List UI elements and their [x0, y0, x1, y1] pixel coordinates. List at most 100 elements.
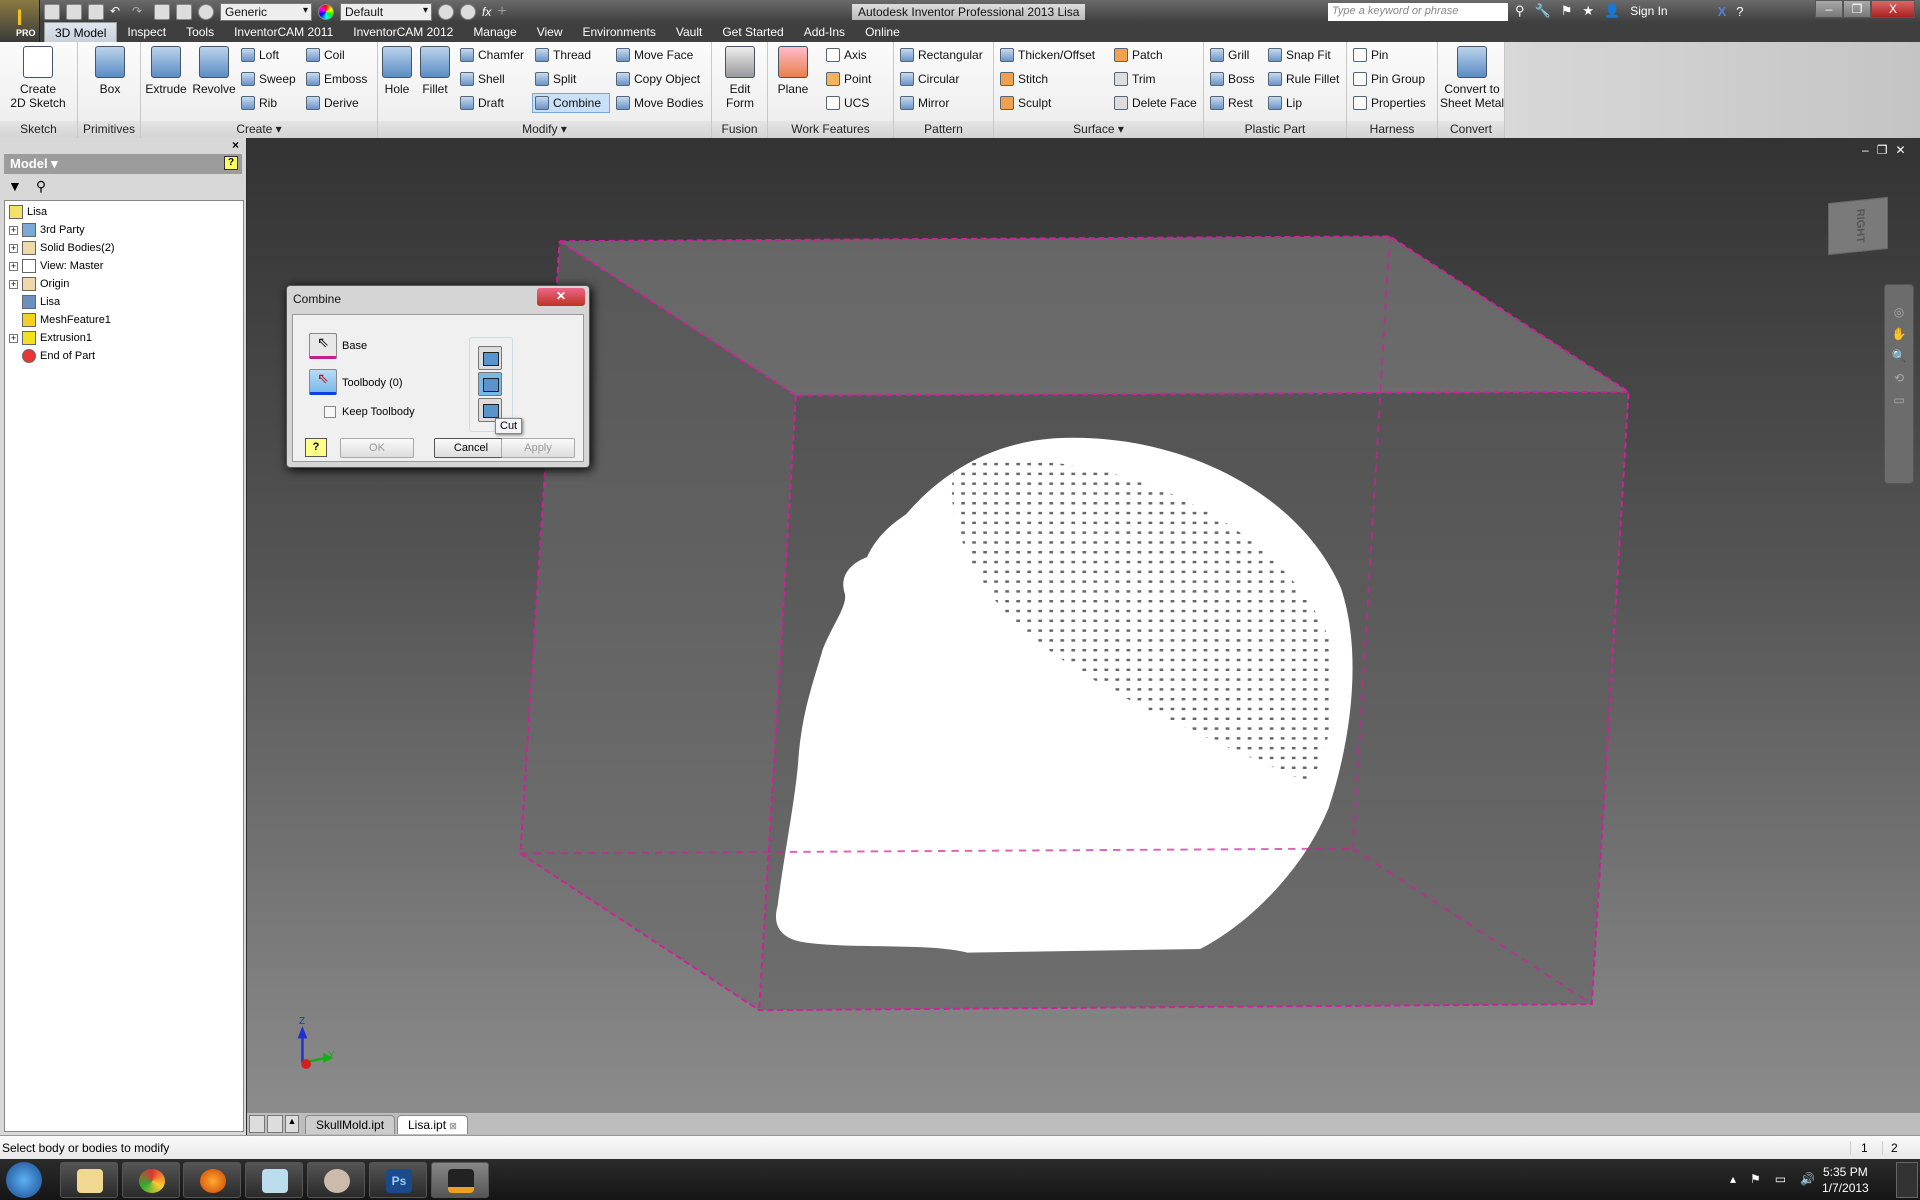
tree-node-meshfeature1[interactable]: MeshFeature1 — [22, 311, 111, 329]
appearance-dropdown[interactable]: Default — [340, 3, 432, 21]
restore-button[interactable]: ❐ — [1843, 0, 1871, 18]
look-at-icon[interactable]: ▭ — [1885, 393, 1913, 407]
tree-node-origin[interactable]: + Origin — [9, 275, 69, 293]
tab-manage[interactable]: Manage — [463, 22, 526, 42]
viewcube[interactable]: RIGHT — [1828, 196, 1888, 256]
show-desktop-button[interactable] — [1896, 1162, 1918, 1198]
exchange-icon[interactable]: X — [1718, 4, 1727, 19]
undo-icon[interactable]: ↶ — [110, 4, 126, 20]
mirror-button[interactable]: Mirror — [898, 93, 951, 113]
action-center-flag-icon[interactable]: ⚑ — [1750, 1172, 1761, 1186]
sweep-button[interactable]: Sweep — [239, 69, 298, 89]
browser-header[interactable]: Model ▾? — [4, 154, 242, 174]
tab-inventorcam-2011[interactable]: InventorCAM 2011 — [224, 22, 343, 42]
tile-icon[interactable] — [267, 1115, 283, 1133]
clear-appearance-icon[interactable] — [460, 4, 476, 20]
extrude-button[interactable]: Extrude — [145, 46, 187, 96]
move-bodies-button[interactable]: Move Bodies — [614, 93, 705, 113]
save-icon[interactable] — [88, 4, 104, 20]
orbit-icon[interactable]: ⟲ — [1885, 371, 1913, 385]
close-button[interactable]: X — [1871, 0, 1915, 18]
tab-inspect[interactable]: Inspect — [117, 22, 176, 42]
tab-get-started[interactable]: Get Started — [712, 22, 793, 42]
derive-button[interactable]: Derive — [304, 93, 361, 113]
find-binoculars-icon[interactable]: ⚲ — [36, 178, 46, 196]
steering-wheel-icon[interactable]: ◎ — [1885, 305, 1913, 319]
lip-button[interactable]: Lip — [1266, 93, 1304, 113]
join-button[interactable] — [478, 346, 502, 370]
tab-list-up-icon[interactable]: ▲ — [285, 1115, 299, 1133]
fillet-button[interactable]: Fillet — [418, 46, 452, 96]
grill-button[interactable]: Grill — [1208, 45, 1251, 65]
circular-pattern-button[interactable]: Circular — [898, 69, 961, 89]
help-search-input[interactable]: Type a keyword or phrase — [1328, 3, 1508, 21]
ucs-button[interactable]: UCS — [824, 93, 871, 113]
new-file-icon[interactable] — [44, 4, 60, 20]
trim-button[interactable]: Trim — [1112, 69, 1158, 89]
tab-vault[interactable]: Vault — [666, 22, 712, 42]
delete-face-button[interactable]: Delete Face — [1112, 93, 1199, 113]
taskbar-notepad[interactable] — [245, 1162, 303, 1198]
expand-icon[interactable]: + — [9, 333, 18, 343]
parameters-fx-icon[interactable]: fx — [482, 5, 491, 19]
pin-button[interactable]: Pin — [1351, 45, 1390, 65]
point-button[interactable]: Point — [824, 69, 873, 89]
doc-tab-skullmold[interactable]: SkullMold.ipt — [305, 1115, 396, 1134]
help-icon[interactable]: ? — [1736, 4, 1743, 19]
select-icon[interactable] — [176, 4, 192, 20]
panel-label[interactable]: Surface ▾ — [994, 121, 1203, 138]
create-2d-sketch-button[interactable]: Create 2D Sketch — [8, 46, 68, 110]
rule-fillet-button[interactable]: Rule Fillet — [1266, 69, 1341, 89]
expand-icon[interactable]: + — [9, 279, 18, 289]
snap-fit-button[interactable]: Snap Fit — [1266, 45, 1333, 65]
clock[interactable]: 5:35 PM 1/7/2013 — [1822, 1164, 1869, 1196]
panel-label[interactable]: Modify ▾ — [378, 121, 711, 138]
expand-icon[interactable]: + — [9, 261, 18, 271]
zoom-icon[interactable]: 🔍 — [1885, 349, 1913, 363]
tab-3d-model[interactable]: 3D Model — [44, 22, 118, 42]
star-icon[interactable]: ★ — [1582, 3, 1594, 19]
copy-object-button[interactable]: Copy Object — [614, 69, 702, 89]
cancel-button[interactable]: Cancel — [434, 438, 508, 458]
cascade-icon[interactable] — [249, 1115, 265, 1133]
binoculars-icon[interactable]: ⚲ — [1515, 3, 1525, 19]
subscription-icon[interactable]: ⚑ — [1561, 3, 1573, 19]
ok-button[interactable]: OK — [340, 438, 414, 458]
taskbar-photoshop[interactable]: Ps — [369, 1162, 427, 1198]
filter-icon[interactable]: ▼ — [8, 178, 22, 196]
plus-icon[interactable]: + — [497, 3, 506, 21]
toolbody-select-button[interactable]: ⇖ — [309, 369, 337, 395]
browser-close-icon[interactable]: × — [232, 138, 239, 152]
boss-button[interactable]: Boss — [1208, 69, 1257, 89]
dialog-close-button[interactable]: ✕ — [537, 288, 585, 306]
application-menu-button[interactable]: I PRO — [0, 0, 40, 42]
coil-button[interactable]: Coil — [304, 45, 347, 65]
loft-button[interactable]: Loft — [239, 45, 281, 65]
axis-button[interactable]: Axis — [824, 45, 869, 65]
material-dropdown[interactable]: Generic — [220, 3, 312, 21]
help-button[interactable]: ? — [305, 438, 327, 457]
sculpt-button[interactable]: Sculpt — [998, 93, 1053, 113]
redo-icon[interactable]: ↷ — [132, 4, 148, 20]
chamfer-button[interactable]: Chamfer — [458, 45, 526, 65]
expand-icon[interactable]: + — [9, 225, 18, 235]
base-select-button[interactable]: ⇖ — [309, 333, 337, 359]
plane-button[interactable]: Plane — [774, 46, 812, 96]
properties-button[interactable]: Properties — [1351, 93, 1428, 113]
rectangular-pattern-button[interactable]: Rectangular — [898, 45, 985, 65]
convert-to-sheet-metal-button[interactable]: Convert to Sheet Metal — [1440, 46, 1504, 110]
tab-tools[interactable]: Tools — [176, 22, 224, 42]
hole-button[interactable]: Hole — [380, 46, 414, 96]
pan-hand-icon[interactable]: ✋ — [1885, 327, 1913, 341]
taskbar-chrome[interactable] — [122, 1162, 180, 1198]
help-icon[interactable]: ? — [224, 156, 238, 170]
network-icon[interactable]: ▭ — [1775, 1172, 1786, 1186]
edit-form-button[interactable]: Edit Form — [720, 46, 760, 110]
tree-node-extrusion1[interactable]: + Extrusion1 — [9, 329, 92, 347]
tree-node-lisa-mesh[interactable]: Lisa — [22, 293, 60, 311]
update-icon[interactable] — [154, 4, 170, 20]
draft-button[interactable]: Draft — [458, 93, 506, 113]
show-hidden-icons[interactable]: ▴ — [1730, 1172, 1736, 1186]
adjust-appearance-icon[interactable] — [438, 4, 454, 20]
cut-button[interactable] — [478, 372, 502, 396]
